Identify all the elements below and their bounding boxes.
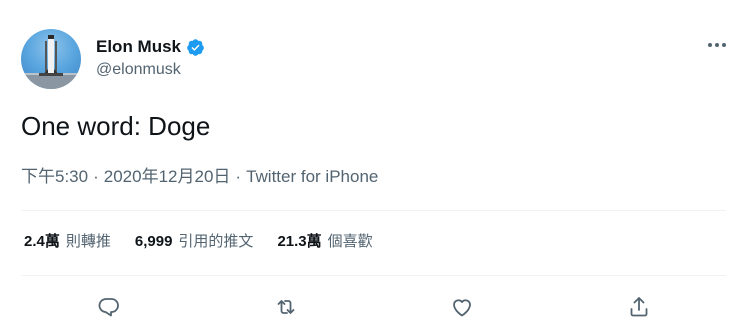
avatar[interactable] bbox=[21, 29, 81, 89]
likes-label: 個喜歡 bbox=[327, 233, 373, 250]
author-name-row[interactable]: Elon Musk bbox=[96, 36, 205, 58]
tweet-meta: 下午5:30 · 2020年12月20日 · Twitter for iPhone bbox=[21, 166, 378, 188]
tweet-time[interactable]: 下午5:30 bbox=[21, 167, 88, 186]
quotes-count: 6,999 bbox=[134, 233, 173, 250]
more-icon bbox=[708, 43, 726, 47]
heart-icon bbox=[453, 299, 471, 317]
tweet-source[interactable]: Twitter for iPhone bbox=[246, 167, 378, 186]
divider bbox=[21, 210, 726, 211]
retweets-count: 2.4萬 bbox=[24, 233, 60, 250]
quotes-label: 引用的推文 bbox=[178, 233, 254, 250]
reply-icon bbox=[98, 298, 119, 317]
tweet-stats: 2.4萬 則轉推 6,999 引用的推文 21.3萬 個喜歡 bbox=[24, 232, 397, 252]
likes-count: 21.3萬 bbox=[277, 233, 322, 250]
likes-stat[interactable]: 21.3萬 個喜歡 bbox=[277, 232, 372, 252]
retweet-icon bbox=[277, 300, 295, 314]
divider bbox=[21, 275, 726, 276]
meta-separator: · bbox=[93, 167, 99, 186]
retweet-button[interactable] bbox=[269, 290, 303, 324]
quotes-stat[interactable]: 6,999 引用的推文 bbox=[135, 232, 254, 252]
reply-button[interactable] bbox=[92, 290, 126, 324]
author-handle[interactable]: @elonmusk bbox=[96, 61, 181, 79]
tweet-date[interactable]: 2020年12月20日 bbox=[104, 167, 231, 186]
author-name[interactable]: Elon Musk bbox=[96, 37, 181, 57]
retweets-stat[interactable]: 2.4萬 則轉推 bbox=[24, 232, 111, 252]
tweet-text: One word: Doge bbox=[21, 111, 211, 141]
action-bar bbox=[0, 290, 747, 322]
share-button[interactable] bbox=[622, 290, 656, 324]
rocket-launchpad-avatar bbox=[21, 35, 81, 89]
verified-badge-icon bbox=[187, 38, 204, 56]
share-icon bbox=[630, 297, 648, 317]
retweets-label: 則轉推 bbox=[65, 233, 111, 250]
like-button[interactable] bbox=[445, 290, 479, 324]
more-options-button[interactable] bbox=[700, 32, 734, 58]
meta-separator: · bbox=[235, 167, 242, 186]
